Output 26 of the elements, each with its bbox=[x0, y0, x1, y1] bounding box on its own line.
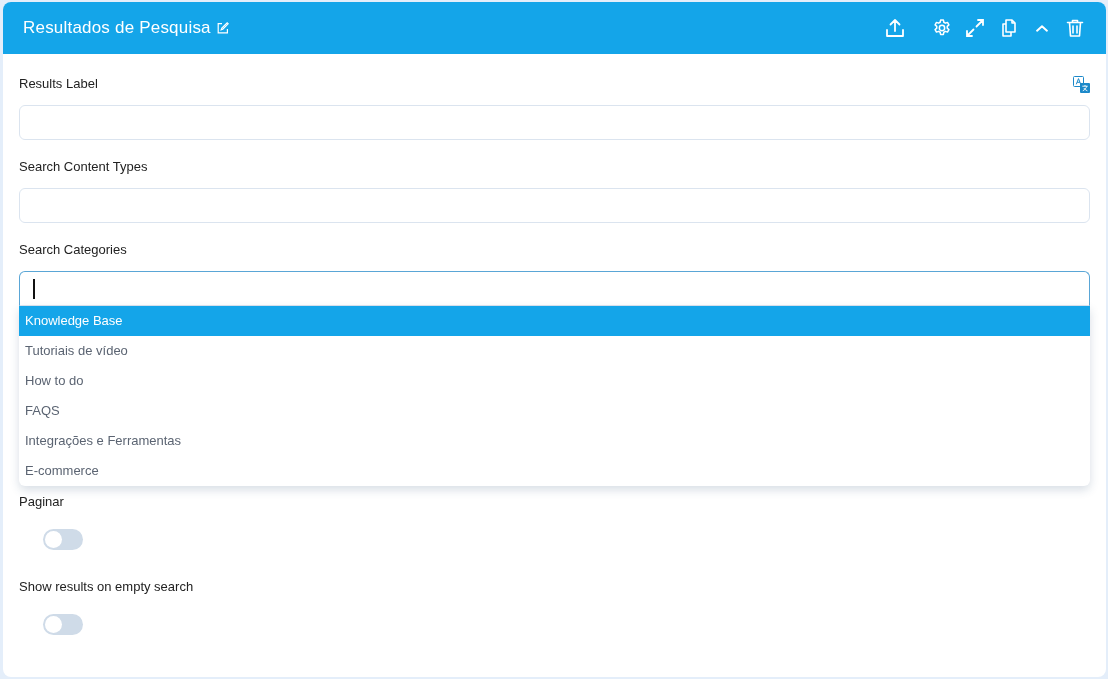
toggle-switch[interactable] bbox=[43, 614, 83, 635]
chevron-up-icon bbox=[1036, 24, 1048, 32]
edit-icon[interactable] bbox=[216, 22, 229, 34]
copy-icon bbox=[999, 18, 1019, 38]
upload-icon bbox=[885, 18, 905, 38]
panel-title: Resultados de Pesquisa bbox=[23, 17, 211, 40]
input-field[interactable] bbox=[19, 271, 1090, 306]
dropdown-option[interactable]: Tutoriais de vídeo bbox=[19, 336, 1090, 366]
expand-icon bbox=[965, 18, 985, 38]
field-label: Search Content Types bbox=[19, 158, 148, 176]
translate-icon[interactable] bbox=[1073, 75, 1090, 93]
upload-button[interactable] bbox=[884, 17, 906, 39]
dropdown-option[interactable]: Integrações e Ferramentas bbox=[19, 426, 1090, 456]
dropdown-option[interactable]: E-commerce bbox=[19, 456, 1090, 486]
field-label: Search Categories bbox=[19, 241, 127, 259]
text-cursor-icon bbox=[33, 278, 35, 299]
field-label: Show results on empty search bbox=[19, 578, 194, 596]
settings-icon bbox=[932, 18, 952, 38]
delete-button[interactable] bbox=[1064, 17, 1086, 39]
trash-icon bbox=[1065, 18, 1085, 38]
expand-button[interactable] bbox=[964, 17, 986, 39]
field-label: Paginar bbox=[19, 493, 64, 511]
dropdown-option[interactable]: FAQS bbox=[19, 396, 1090, 426]
field-label: Results Label bbox=[19, 75, 98, 93]
toggle-switch[interactable] bbox=[43, 529, 83, 550]
dropdown-option[interactable]: How to do bbox=[19, 366, 1090, 396]
